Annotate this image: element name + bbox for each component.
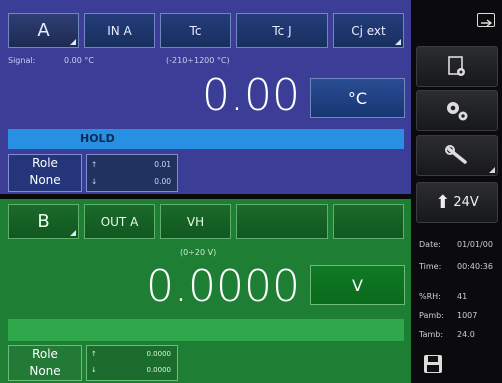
range-limits-box[interactable]: ↑ 0.0000 ↓ 0.0000: [86, 345, 178, 381]
tamb-value: 24.0: [457, 330, 475, 339]
power-24v-button[interactable]: ⬆ 24V: [416, 182, 498, 223]
down-arrow-icon: ↓: [91, 177, 98, 186]
signal-value: 0.00 °C: [64, 56, 94, 65]
reading-value: 0.00: [202, 70, 300, 121]
pamb-value: 1007: [457, 311, 478, 320]
up-arrow-icon: ↑: [91, 350, 97, 358]
tab-vh[interactable]: VH: [160, 204, 231, 239]
save-icon[interactable]: [423, 354, 443, 374]
range-up-value: 0.01: [154, 160, 171, 169]
range-down-value: 0.0000: [146, 366, 172, 374]
date-label: Date:: [419, 240, 441, 249]
role-value: None: [29, 173, 61, 187]
status-bar: [8, 319, 404, 341]
channel-a-panel: A IN A Tc Tc J Cj ext Signal: 0.00 °C (-…: [0, 0, 411, 194]
up-arrow-icon: ↑: [91, 160, 98, 169]
corner-indicator-icon: [70, 230, 76, 236]
hold-bar: HOLD: [8, 129, 404, 149]
tab-label: VH: [186, 214, 205, 229]
range-up-value: 0.0000: [146, 350, 172, 358]
power-up-icon: ⬆: [435, 192, 451, 213]
range-label: (0÷20 V): [180, 248, 217, 257]
unit-button[interactable]: °C: [310, 78, 405, 118]
tamb-label: Tamb:: [419, 330, 444, 339]
pamb-label: Pamb:: [419, 311, 444, 320]
tab-label: Cj ext: [351, 23, 386, 38]
role-value: None: [29, 364, 61, 378]
range-limits-box[interactable]: ↑ 0.01 ↓ 0.00: [86, 154, 178, 192]
unit-label: V: [352, 275, 363, 295]
unit-button[interactable]: V: [310, 265, 405, 305]
down-arrow-icon: ↓: [91, 366, 97, 374]
role-label: Role: [32, 156, 58, 170]
configuration-button[interactable]: [416, 90, 498, 131]
range-down-value: 0.00: [154, 177, 171, 186]
tab-label: OUT A: [100, 214, 139, 229]
time-label: Time:: [419, 262, 442, 271]
sidebar: ⬆ 24V Date: 01/01/00 Time: 00:40:36 %RH:…: [411, 0, 502, 383]
tab-cj-ext[interactable]: Cj ext: [333, 13, 404, 48]
tab-label: Tc: [189, 23, 202, 38]
tab-empty-1[interactable]: [236, 204, 328, 239]
gears-icon: [447, 101, 468, 120]
role-button[interactable]: Role None: [8, 154, 82, 192]
document-gear-icon: [448, 55, 465, 76]
settings-file-button[interactable]: [416, 46, 498, 87]
role-label: Role: [32, 347, 58, 361]
tab-tc-j[interactable]: Tc J: [236, 13, 328, 48]
tab-in-a[interactable]: IN A: [84, 13, 155, 48]
tab-label: A: [37, 20, 50, 41]
screen-switch-icon[interactable]: [477, 13, 495, 27]
power-label: 24V: [453, 195, 479, 210]
date-value: 01/01/00: [457, 240, 493, 249]
tab-label: Tc J: [272, 23, 292, 38]
role-button[interactable]: Role None: [8, 345, 82, 381]
humidity-label: %RH:: [419, 292, 441, 301]
humidity-value: 41: [457, 292, 468, 301]
time-value: 00:40:36: [457, 262, 493, 271]
corner-indicator-icon: [395, 39, 401, 45]
wrench-icon: [445, 144, 467, 164]
unit-label: °C: [347, 88, 368, 108]
tab-empty-2[interactable]: [333, 204, 404, 239]
range-label: (-210÷1200 °C): [166, 56, 230, 65]
tab-out-a[interactable]: OUT A: [84, 204, 155, 239]
corner-indicator-icon: [489, 167, 495, 173]
channel-b-panel: B OUT A VH (0÷20 V) 0.0000 V Role None ↑…: [0, 199, 411, 383]
tools-button[interactable]: [416, 135, 498, 176]
tab-channel-b[interactable]: B: [8, 204, 79, 239]
tab-label: B: [37, 211, 50, 232]
tab-channel-a[interactable]: A: [8, 13, 79, 48]
signal-label: Signal:: [8, 56, 36, 65]
tab-label: IN A: [107, 23, 132, 38]
tab-tc[interactable]: Tc: [160, 13, 231, 48]
reading-value: 0.0000: [146, 261, 300, 312]
corner-indicator-icon: [70, 39, 76, 45]
